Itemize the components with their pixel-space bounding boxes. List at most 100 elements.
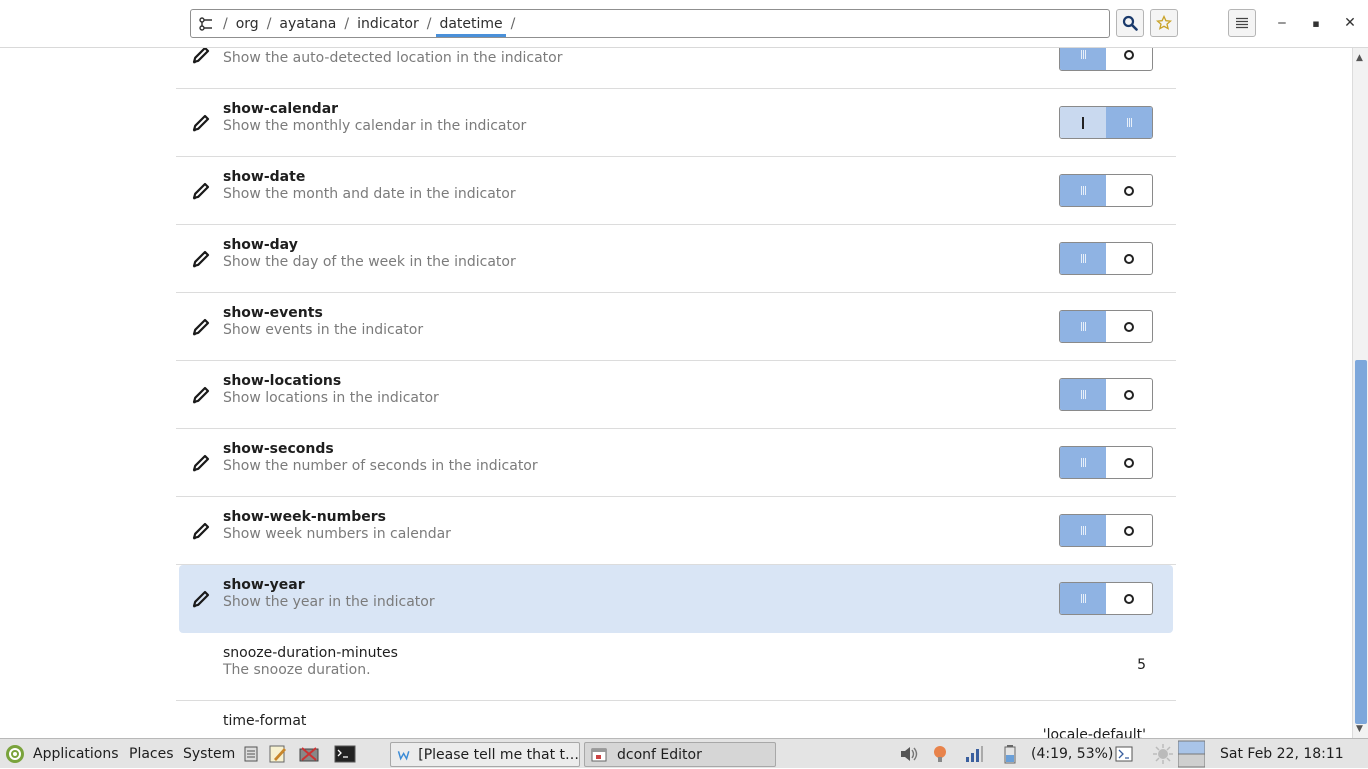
switch-off-indicator [1106, 379, 1152, 410]
tree-icon[interactable] [191, 16, 221, 31]
search-button[interactable] [1116, 9, 1144, 37]
network-signal-icon[interactable] [964, 739, 984, 769]
vertical-scrollbar[interactable]: ▲ ▼ [1352, 48, 1368, 738]
key-name: show-date [223, 169, 306, 185]
scrollbar-thumb[interactable] [1355, 360, 1367, 724]
task-button-dconf-editor[interactable]: dconf Editor [584, 742, 776, 767]
window-icon [591, 748, 607, 761]
switch-off-indicator [1106, 583, 1152, 614]
switch-handle[interactable]: ||| [1060, 48, 1106, 70]
scroll-down-icon[interactable]: ▼ [1356, 724, 1363, 734]
boolean-switch[interactable]: ||| [1059, 514, 1153, 547]
system-menu[interactable]: System [183, 739, 235, 769]
switch-off-indicator [1106, 175, 1152, 206]
bookmark-button[interactable] [1150, 9, 1178, 37]
key-row-show-day[interactable]: show-day Show the day of the week in the … [176, 225, 1176, 293]
keyboard-layout-icon[interactable] [1114, 739, 1134, 769]
distro-logo-icon[interactable] [4, 739, 26, 769]
pencil-icon[interactable] [190, 180, 212, 202]
pencil-icon[interactable] [190, 48, 212, 66]
task-button-browser[interactable]: [Please tell me that t… [390, 742, 580, 767]
boolean-switch[interactable]: ||| [1059, 242, 1153, 275]
key-description: Show events in the indicator [223, 322, 424, 338]
key-row-show-date[interactable]: show-date Show the month and date in the … [176, 157, 1176, 225]
key-row-show-year[interactable]: show-year Show the year in the indicator |… [179, 565, 1173, 633]
pencil-icon[interactable] [190, 452, 212, 474]
key-name: show-events [223, 305, 323, 321]
header-bar: / org / ayatana / indicator / datetime /… [0, 0, 1368, 48]
path-separator: / [344, 15, 350, 32]
keys-list: show-auto-detected-locationShow the auto… [176, 48, 1176, 738]
switch-handle[interactable]: ||| [1106, 107, 1152, 138]
key-row-show-events[interactable]: show-events Show events in the indicator |… [176, 293, 1176, 361]
browser-icon [397, 750, 410, 761]
places-menu[interactable]: Places [129, 739, 174, 769]
hamburger-icon [1236, 17, 1248, 29]
switch-off-indicator [1106, 311, 1152, 342]
minimize-button[interactable]: ‒ [1271, 12, 1293, 34]
boolean-switch[interactable]: ||| [1059, 48, 1153, 71]
terminal-launcher-icon[interactable] [334, 739, 356, 769]
applications-menu[interactable]: Applications [33, 739, 119, 769]
notification-icon[interactable] [930, 739, 950, 769]
key-description: Show the monthly calendar in the indicat… [223, 118, 527, 134]
close-button[interactable]: ✕ [1339, 12, 1361, 34]
boolean-switch[interactable]: ||| [1059, 174, 1153, 207]
key-row-show-week-numbers[interactable]: show-week-numbers Show week numbers in ca… [176, 497, 1176, 565]
boolean-switch[interactable]: ||| [1059, 106, 1153, 139]
key-name: show-seconds [223, 441, 334, 457]
pencil-icon[interactable] [190, 588, 212, 610]
pencil-icon[interactable] [190, 384, 212, 406]
pencil-icon[interactable] [190, 316, 212, 338]
switch-handle[interactable]: ||| [1060, 515, 1106, 546]
text-editor-launcher-icon[interactable] [268, 739, 288, 769]
path-segment-indicator[interactable]: indicator [351, 10, 425, 37]
task-label: [Please tell me that t… [418, 746, 579, 763]
key-row-show-seconds[interactable]: show-seconds Show the number of seconds i… [176, 429, 1176, 497]
key-description: Show week numbers in calendar [223, 526, 451, 542]
boolean-switch[interactable]: ||| [1059, 582, 1153, 615]
workspace-switcher[interactable] [1178, 739, 1205, 769]
key-name: snooze-duration-minutes [223, 645, 398, 661]
path-segment-ayatana[interactable]: ayatana [273, 10, 342, 37]
volume-icon[interactable] [898, 739, 920, 769]
key-row-show-auto-detected-location[interactable]: show-auto-detected-locationShow the auto… [176, 48, 1176, 89]
key-row-show-locations[interactable]: show-locations Show locations in the indi… [176, 361, 1176, 429]
file-manager-launcher-icon[interactable] [244, 739, 258, 769]
key-value: 5 [1137, 657, 1146, 673]
key-row-snooze-duration-minutes[interactable]: snooze-duration-minutes The snooze durati… [176, 633, 1176, 701]
key-description: Show the auto-detected location in the i… [223, 50, 563, 66]
switch-handle[interactable]: ||| [1060, 311, 1106, 342]
pencil-icon[interactable] [190, 248, 212, 270]
key-name: show-year [223, 577, 305, 593]
path-bar[interactable]: / org / ayatana / indicator / datetime / [190, 9, 1110, 38]
main-menu-button[interactable] [1228, 9, 1256, 37]
switch-off-indicator [1106, 243, 1152, 274]
pencil-icon[interactable] [190, 112, 212, 134]
switch-handle[interactable]: ||| [1060, 379, 1106, 410]
brightness-icon[interactable] [1152, 739, 1174, 769]
switch-handle[interactable]: ||| [1060, 583, 1106, 614]
switch-handle[interactable]: ||| [1060, 447, 1106, 478]
battery-icon[interactable] [1003, 739, 1017, 769]
key-row-time-format[interactable]: time-format 'locale-default' [176, 701, 1176, 738]
clock[interactable]: Sat Feb 22, 18:11 [1220, 739, 1344, 769]
pencil-icon[interactable] [190, 520, 212, 542]
boolean-switch[interactable]: ||| [1059, 446, 1153, 479]
key-name: show-week-numbers [223, 509, 386, 525]
key-description: Show locations in the indicator [223, 390, 439, 406]
key-description: Show the day of the week in the indicato… [223, 254, 516, 270]
key-row-show-calendar[interactable]: show-calendar Show the monthly calendar i… [176, 89, 1176, 157]
maximize-button[interactable]: ▪ [1305, 12, 1327, 34]
screenshot-launcher-icon[interactable] [298, 739, 320, 769]
path-segment-org[interactable]: org [230, 10, 265, 37]
boolean-switch[interactable]: ||| [1059, 378, 1153, 411]
keys-list-view: show-auto-detected-locationShow the auto… [0, 48, 1352, 738]
path-separator: / [223, 15, 228, 32]
switch-handle[interactable]: ||| [1060, 175, 1106, 206]
switch-off-indicator [1106, 48, 1152, 70]
boolean-switch[interactable]: ||| [1059, 310, 1153, 343]
scroll-up-icon[interactable]: ▲ [1356, 53, 1363, 63]
path-segment-datetime[interactable]: datetime [433, 10, 508, 37]
switch-handle[interactable]: ||| [1060, 243, 1106, 274]
